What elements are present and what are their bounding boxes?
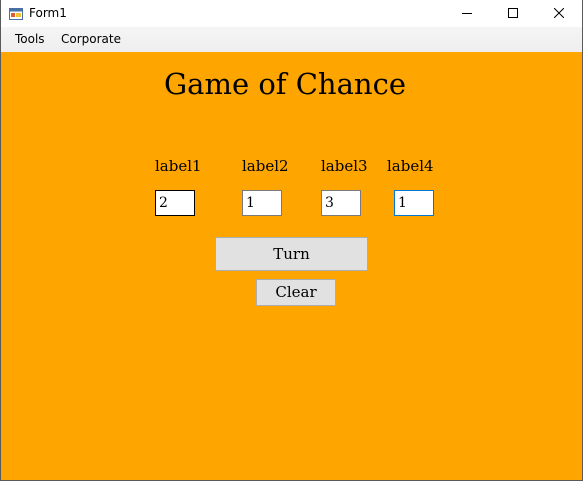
game-title: Game of Chance	[164, 67, 406, 101]
minimize-icon	[462, 13, 472, 14]
number-field-1[interactable]	[155, 190, 195, 216]
menu-bar: Tools Corporate	[1, 27, 582, 52]
menu-item-tools[interactable]: Tools	[15, 32, 45, 47]
menu-item-corporate[interactable]: Corporate	[61, 32, 121, 47]
minimize-button[interactable]	[444, 0, 490, 27]
label-3: label3	[321, 157, 368, 175]
app-window: Form1 Tools Corporate Game of Chance lab…	[0, 0, 583, 481]
title-bar[interactable]: Form1	[1, 0, 582, 27]
turn-button[interactable]: Turn	[215, 237, 368, 271]
clear-button[interactable]: Clear	[256, 279, 336, 306]
label-1: label1	[155, 157, 202, 175]
number-field-3[interactable]	[321, 190, 361, 216]
maximize-button[interactable]	[490, 0, 536, 27]
label-4: label4	[387, 157, 434, 175]
close-button[interactable]	[536, 0, 582, 27]
number-field-2[interactable]	[242, 190, 282, 216]
label-2: label2	[242, 157, 289, 175]
winforms-app-icon	[9, 6, 23, 20]
window-title: Form1	[29, 6, 67, 20]
form-client-area: Game of Chance label1 label2 label3 labe…	[1, 52, 582, 480]
close-icon	[554, 8, 564, 18]
maximize-icon	[508, 8, 518, 18]
number-field-4[interactable]	[394, 190, 434, 216]
